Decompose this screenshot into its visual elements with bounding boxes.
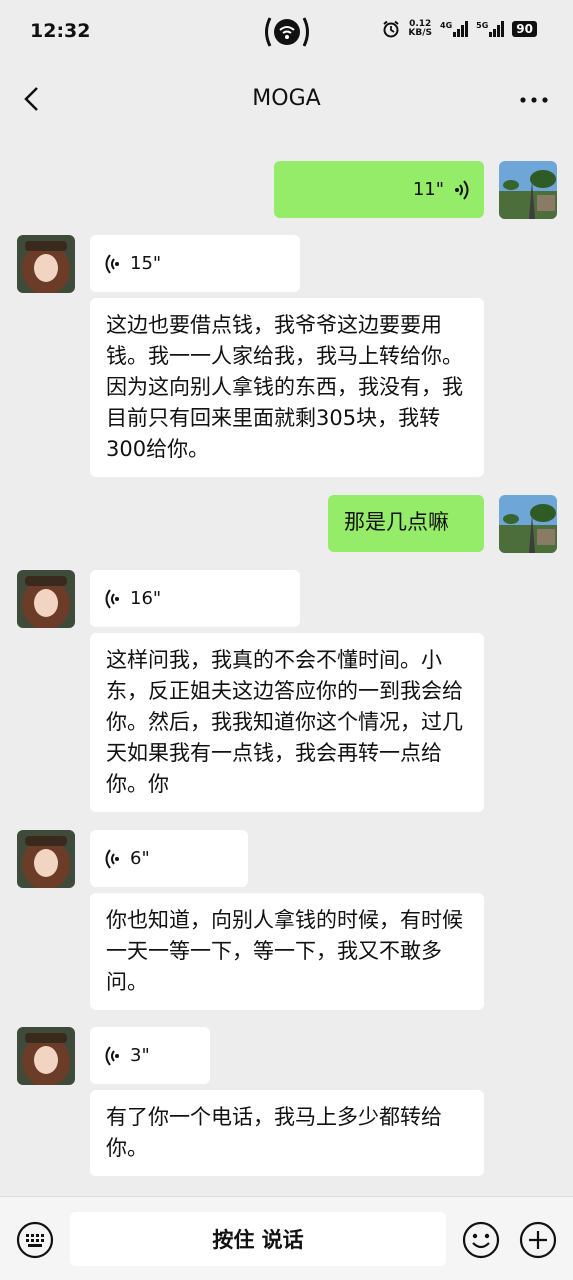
voice-message-incoming[interactable]: 6" bbox=[90, 830, 248, 887]
keyboard-icon[interactable] bbox=[16, 1221, 54, 1259]
chat-title: MOGA bbox=[252, 86, 321, 111]
chat-header: MOGA bbox=[0, 64, 573, 134]
text-message-incoming[interactable]: 这样问我，我真的不会不懂时间。小东，反正姐夫这边答应你的一到我会给你。然后，我我… bbox=[90, 633, 484, 812]
voice-wave-icon bbox=[455, 179, 469, 200]
my-avatar[interactable] bbox=[499, 495, 557, 553]
voice-wave-icon bbox=[105, 588, 119, 609]
voice-duration: 6" bbox=[130, 848, 150, 869]
contact-avatar[interactable] bbox=[17, 830, 75, 888]
status-time: 12:32 bbox=[30, 20, 91, 42]
plus-circle-icon[interactable] bbox=[519, 1221, 557, 1259]
contact-avatar[interactable] bbox=[17, 1027, 75, 1085]
voice-duration: 15" bbox=[130, 253, 162, 274]
message-list[interactable]: 11" 15" 这边也要借点钱，我爷爷这边要要用钱。我一一人家给我，我马上转给你… bbox=[0, 134, 573, 1196]
voice-wave-icon bbox=[105, 1045, 119, 1066]
voice-duration: 16" bbox=[130, 588, 162, 609]
net-speed: 0.12 KB/S bbox=[408, 19, 433, 38]
voice-duration: 11" bbox=[412, 179, 444, 200]
text-message-incoming[interactable]: 有了你一个电话，我马上多少都转给你。 bbox=[90, 1090, 484, 1176]
status-bar: 12:32 0.12 KB/S 4G 5G 90 bbox=[0, 0, 573, 64]
contact-avatar[interactable] bbox=[17, 235, 75, 293]
text-message-incoming[interactable]: 这边也要借点钱，我爷爷这边要要用钱。我一一人家给我，我马上转给你。因为这向别人拿… bbox=[90, 298, 484, 477]
voice-duration: 3" bbox=[130, 1045, 150, 1066]
battery-indicator: 90 bbox=[512, 21, 537, 37]
contact-avatar[interactable] bbox=[17, 570, 75, 628]
signal-5g-icon: 5G bbox=[476, 21, 505, 37]
input-bar: 按住 说话 bbox=[0, 1196, 573, 1280]
text-message-incoming[interactable]: 你也知道，向别人拿钱的时候，有时候一天一等一下，等一下，我又不敢多问。 bbox=[90, 893, 484, 1010]
voice-wave-icon bbox=[105, 253, 119, 274]
voice-message-incoming[interactable]: 3" bbox=[90, 1027, 210, 1084]
ellipsis-icon[interactable] bbox=[519, 90, 549, 110]
my-avatar[interactable] bbox=[499, 161, 557, 219]
alarm-icon bbox=[383, 20, 400, 38]
status-icons: 0.12 KB/S 4G 5G 90 bbox=[382, 20, 537, 38]
text-message-outgoing[interactable]: 那是几点嘛 bbox=[328, 495, 484, 552]
voice-wave-icon bbox=[105, 848, 119, 869]
emoji-icon[interactable] bbox=[462, 1221, 500, 1259]
voice-message-incoming[interactable]: 16" bbox=[90, 570, 300, 627]
signal-4g-icon: 4G bbox=[440, 21, 469, 37]
hotspot-icon bbox=[265, 17, 309, 47]
voice-message-incoming[interactable]: 15" bbox=[90, 235, 300, 292]
hold-to-talk-button[interactable]: 按住 说话 bbox=[70, 1212, 446, 1266]
voice-message-outgoing[interactable]: 11" bbox=[274, 161, 484, 218]
